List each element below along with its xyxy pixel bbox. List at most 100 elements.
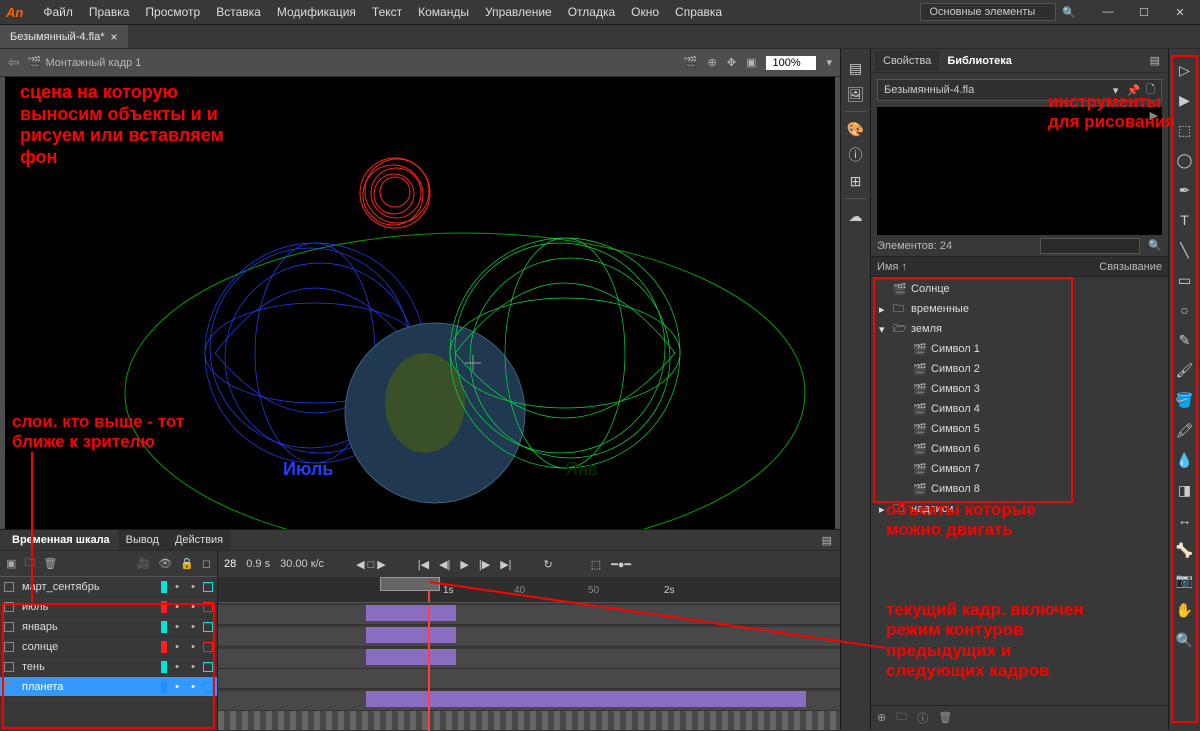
- stage-area[interactable]: Июль Янв: [5, 77, 835, 529]
- menu-commands[interactable]: Команды: [410, 1, 477, 23]
- layer-row[interactable]: тень • •: [0, 657, 217, 677]
- menu-edit[interactable]: Правка: [81, 1, 138, 23]
- zoom-input[interactable]: 100%: [766, 56, 816, 70]
- layer-lock-dot[interactable]: •: [187, 601, 199, 613]
- layer-outline-toggle[interactable]: [203, 622, 213, 632]
- last-frame-icon[interactable]: ▶|: [500, 558, 511, 571]
- bone-tool-icon[interactable]: 🦴: [1169, 535, 1200, 565]
- new-doc-icon[interactable]: 🗋: [1146, 81, 1155, 100]
- delete-layer-icon[interactable]: 🗑: [43, 557, 57, 570]
- onion-range[interactable]: [380, 577, 440, 591]
- window-maximize-button[interactable]: ☐: [1130, 3, 1158, 21]
- new-folder-icon[interactable]: 🗀: [24, 554, 35, 573]
- lasso-tool-icon[interactable]: ◯: [1169, 145, 1200, 175]
- layer-outline-toggle[interactable]: [203, 642, 213, 652]
- selection-tool-icon[interactable]: ▷: [1169, 55, 1200, 85]
- pin-icon[interactable]: 📌: [1126, 84, 1140, 97]
- layer-row[interactable]: планета • •: [0, 677, 217, 697]
- layer-lock-dot[interactable]: •: [187, 621, 199, 633]
- layer-outline-toggle[interactable]: [203, 682, 213, 692]
- nav-back-icon[interactable]: ⇦: [8, 54, 20, 71]
- layer-visible-dot[interactable]: •: [171, 581, 183, 593]
- pen-tool-icon[interactable]: ✒: [1169, 175, 1200, 205]
- new-symbol-icon[interactable]: ⊕: [877, 711, 886, 724]
- marker-icon[interactable]: ⬚: [591, 558, 601, 571]
- library-item[interactable]: 🎬 Символ 6: [871, 439, 1168, 459]
- camera-icon[interactable]: 🎥: [136, 557, 150, 570]
- text-tool-icon[interactable]: T: [1169, 205, 1200, 235]
- document-tab[interactable]: Безымянный-4.fla* ×: [0, 25, 128, 48]
- tab-timeline[interactable]: Временная шкала: [4, 530, 118, 550]
- chevron-icon[interactable]: ▸: [879, 503, 889, 516]
- library-item[interactable]: ▾ 🗁 земля: [871, 319, 1168, 339]
- layer-lock-dot[interactable]: •: [187, 681, 199, 693]
- lock-icon[interactable]: 🔒: [180, 557, 194, 570]
- inkbottle-tool-icon[interactable]: 🖍: [1169, 415, 1200, 445]
- width-tool-icon[interactable]: ↔: [1169, 505, 1200, 535]
- properties-icon[interactable]: ⓘ: [917, 710, 928, 726]
- library-item[interactable]: 🎬 Символ 5: [871, 419, 1168, 439]
- track-row[interactable]: [218, 605, 840, 625]
- menu-window[interactable]: Окно: [623, 1, 667, 23]
- panel-cc-icon[interactable]: ☁: [841, 203, 870, 229]
- menu-modify[interactable]: Модификация: [269, 1, 364, 23]
- layer-visible-dot[interactable]: •: [171, 641, 183, 653]
- window-close-button[interactable]: ✕: [1166, 3, 1194, 21]
- menu-control[interactable]: Управление: [477, 1, 560, 23]
- panel-library-icon[interactable]: 🖼: [841, 81, 870, 107]
- outline-icon[interactable]: ◻: [202, 557, 211, 570]
- first-frame-icon[interactable]: |◀: [418, 558, 429, 571]
- paintbucket-tool-icon[interactable]: 🪣: [1169, 385, 1200, 415]
- eyedropper-tool-icon[interactable]: 💧: [1169, 445, 1200, 475]
- menu-file[interactable]: Файл: [35, 1, 81, 23]
- next-frame-icon[interactable]: |▶: [479, 558, 490, 571]
- new-folder-icon[interactable]: 🗀: [896, 708, 907, 727]
- layer-outline-toggle[interactable]: [203, 662, 213, 672]
- tab-actions[interactable]: Действия: [167, 530, 231, 550]
- layer-outline-toggle[interactable]: [203, 582, 213, 592]
- layer-outline-toggle[interactable]: [203, 602, 213, 612]
- zoom-dropdown-icon[interactable]: ▾: [826, 56, 832, 69]
- eraser-tool-icon[interactable]: ◨: [1169, 475, 1200, 505]
- free-transform-tool-icon[interactable]: ⬚: [1169, 115, 1200, 145]
- new-layer-icon[interactable]: ▣: [6, 557, 16, 570]
- track-row[interactable]: [218, 627, 840, 647]
- menu-view[interactable]: Просмотр: [137, 1, 208, 23]
- timeline-frames[interactable]: 28 0.9 s 30.00 к/с ◀ □ ▶ |◀ ◀| ▶ |▶ ▶| ↻: [218, 551, 840, 731]
- onion-icon[interactable]: ◀ □ ▶: [356, 558, 386, 571]
- library-item[interactable]: 🎬 Символ 3: [871, 379, 1168, 399]
- layer-lock-dot[interactable]: •: [187, 641, 199, 653]
- stage-canvas[interactable]: Июль Янв: [0, 77, 840, 529]
- col-link[interactable]: Связывание: [1099, 261, 1162, 273]
- line-tool-icon[interactable]: ╲: [1169, 235, 1200, 265]
- library-item[interactable]: ▸ 🗀 надписи: [871, 499, 1168, 519]
- layer-row[interactable]: март_сентябрь • •: [0, 577, 217, 597]
- window-minimize-button[interactable]: —: [1094, 3, 1122, 21]
- tab-library[interactable]: Библиотека: [939, 51, 1020, 71]
- library-item[interactable]: 🎬 Солнце: [871, 279, 1168, 299]
- library-item[interactable]: 🎬 Символ 1: [871, 339, 1168, 359]
- track-row[interactable]: [218, 711, 840, 731]
- prev-frame-icon[interactable]: ◀|: [439, 558, 450, 571]
- layer-visible-dot[interactable]: •: [171, 601, 183, 613]
- scene-selector[interactable]: 🎬 Монтажный кадр 1: [28, 56, 142, 69]
- library-item[interactable]: 🎬 Символ 4: [871, 399, 1168, 419]
- menu-debug[interactable]: Отладка: [560, 1, 623, 23]
- track-row[interactable]: [218, 649, 840, 669]
- col-name[interactable]: Имя ↑: [877, 261, 1099, 273]
- brush-tool-icon[interactable]: 🖌: [1169, 355, 1200, 385]
- menu-text[interactable]: Текст: [364, 1, 410, 23]
- track-row[interactable]: [218, 691, 840, 711]
- layer-lock-dot[interactable]: •: [187, 661, 199, 673]
- camera-tool-icon[interactable]: 📷: [1169, 565, 1200, 595]
- layer-lock-dot[interactable]: •: [187, 581, 199, 593]
- play-preview-icon[interactable]: ▶: [1150, 109, 1158, 122]
- layer-row[interactable]: июль • •: [0, 597, 217, 617]
- oval-tool-icon[interactable]: ○: [1169, 295, 1200, 325]
- library-item[interactable]: 🎬 Символ 7: [871, 459, 1168, 479]
- target-icon[interactable]: ⊕: [708, 56, 717, 69]
- clip-icon[interactable]: ▣: [746, 56, 756, 69]
- play-icon[interactable]: ▶: [460, 558, 468, 571]
- layer-row[interactable]: январь • •: [0, 617, 217, 637]
- layer-visible-dot[interactable]: •: [171, 661, 183, 673]
